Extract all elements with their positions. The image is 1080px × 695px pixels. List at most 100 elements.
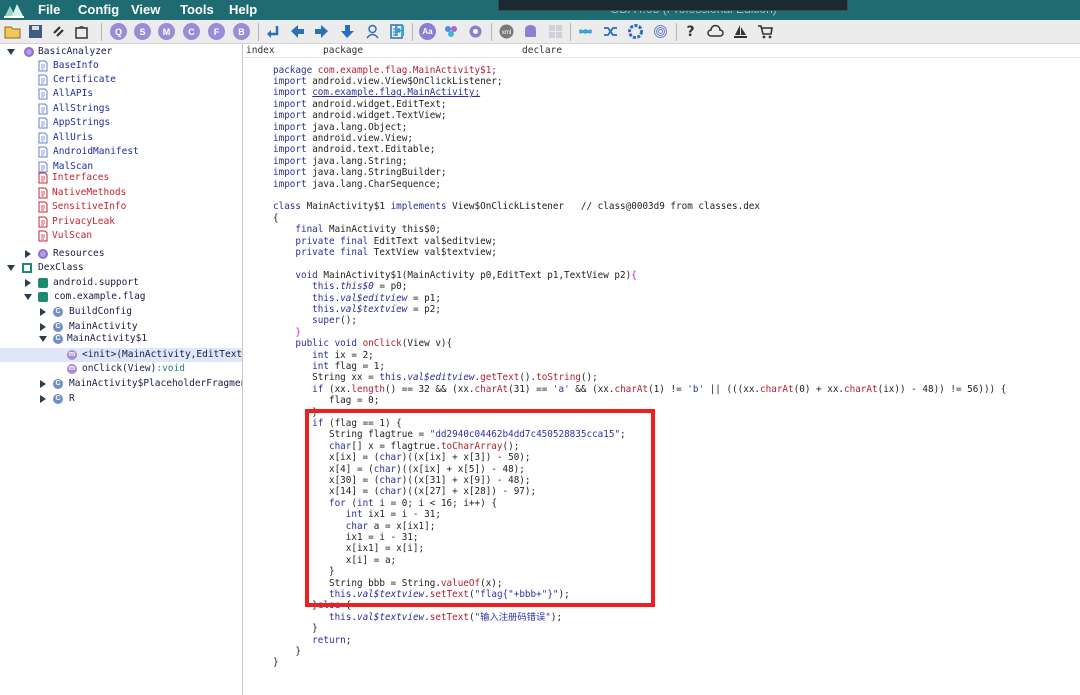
- menu-help[interactable]: Help: [229, 2, 257, 17]
- tree-item-dexclass[interactable]: DexClass: [0, 261, 242, 275]
- method-icon: m: [67, 364, 77, 374]
- code-line: x[ix1] = x[i];: [273, 543, 424, 554]
- code-token: import: [273, 178, 313, 190]
- column-package[interactable]: package: [323, 45, 363, 56]
- overlay-popup: [498, 0, 848, 11]
- code-line: import android.widget.TextView;: [273, 110, 447, 121]
- column-declare[interactable]: declare: [522, 45, 562, 56]
- tree-item-buildconfig[interactable]: C BuildConfig: [0, 305, 242, 319]
- collapse-right-icon[interactable]: [40, 323, 46, 331]
- hex-h-icon[interactable]: H: [391, 23, 408, 40]
- code-line: }else {: [273, 600, 351, 611]
- tree-item-sensitiveinfo[interactable]: SensitiveInfo: [0, 200, 242, 214]
- font-aa-icon[interactable]: Aa: [419, 23, 436, 40]
- fingerprint-icon[interactable]: [652, 23, 669, 40]
- collapse-right-icon[interactable]: [40, 395, 46, 403]
- expand-down-icon[interactable]: [24, 294, 32, 300]
- tree-item-vulscan[interactable]: VulScan: [0, 229, 242, 243]
- code-line: }: [273, 327, 301, 338]
- tree-item-label: VulScan: [52, 230, 93, 241]
- menu-view[interactable]: View: [131, 2, 160, 17]
- cloud-icon[interactable]: [707, 23, 724, 40]
- xml-icon[interactable]: xml: [498, 23, 515, 40]
- code-token: import: [273, 121, 313, 133]
- class-icon: C: [53, 394, 63, 404]
- tree-item-nativemethods[interactable]: NativeMethods: [0, 186, 242, 200]
- tree-item-r[interactable]: CR: [0, 392, 242, 406]
- code-token: private final: [273, 235, 374, 247]
- search-m-icon[interactable]: M: [158, 23, 175, 40]
- expand-down-icon[interactable]: [7, 49, 15, 55]
- code-line: x[14] = (char)((x[27] + x[28]) - 97);: [273, 486, 536, 497]
- search-q-icon[interactable]: Q: [110, 23, 127, 40]
- sailboat-icon[interactable]: [732, 23, 749, 40]
- tree-item-androidmanifest[interactable]: AndroidManifest: [0, 145, 242, 159]
- tree-item-alluris[interactable]: AllUris: [0, 131, 242, 145]
- code-line: ix1 = i - 31;: [273, 532, 419, 543]
- code-token: int: [356, 497, 380, 509]
- resources-icon: [38, 249, 48, 259]
- tree-item-interfaces[interactable]: Interfaces: [0, 171, 242, 185]
- column-index[interactable]: index: [246, 45, 275, 56]
- code-token: final: [273, 224, 329, 236]
- shuffle-icon[interactable]: [602, 23, 619, 40]
- android-icon[interactable]: [522, 23, 539, 40]
- search-c-icon[interactable]: C: [183, 23, 200, 40]
- collapse-right-icon[interactable]: [25, 250, 31, 258]
- code-token: x[i] = a;: [273, 554, 397, 566]
- person-icon[interactable]: [364, 23, 381, 40]
- code-token: char: [273, 440, 352, 452]
- tree-item-allapis[interactable]: AllAPIs: [0, 87, 242, 101]
- tree-item-init-mainactivity-edittext[interactable]: m <init>(MainActivity,EditText: [0, 348, 242, 362]
- menu-file[interactable]: File: [38, 2, 60, 17]
- arrow-right-icon[interactable]: [313, 23, 330, 40]
- document-icon: [38, 187, 48, 199]
- windows-icon[interactable]: [547, 23, 564, 40]
- palette-icon[interactable]: [443, 23, 460, 40]
- collapse-right-icon[interactable]: [40, 308, 46, 316]
- package-icon[interactable]: [73, 23, 90, 40]
- tree-item-android-support[interactable]: android.support: [0, 276, 242, 290]
- code-line: import java.lang.String;: [273, 156, 407, 167]
- gear-icon[interactable]: [627, 23, 644, 40]
- menu-tools[interactable]: Tools: [180, 2, 214, 17]
- tree-item-com-example-flag[interactable]: com.example.flag: [0, 290, 242, 304]
- tree-item-mainactivity-placeholderfragmen[interactable]: C MainActivity$PlaceholderFragmen: [0, 377, 242, 391]
- menu-config[interactable]: Config: [78, 2, 119, 17]
- search-f-icon[interactable]: F: [208, 23, 225, 40]
- code-line: import java.lang.StringBuilder;: [273, 167, 447, 178]
- tree-item-baseinfo[interactable]: BaseInfo: [0, 59, 242, 73]
- save-icon[interactable]: [27, 23, 44, 40]
- link-icon[interactable]: [50, 23, 67, 40]
- infinity-icon[interactable]: [577, 23, 594, 40]
- code-view[interactable]: package com.example.flag.MainActivity$1;…: [243, 58, 1080, 695]
- expand-down-icon[interactable]: [39, 336, 47, 342]
- tree-item-resources[interactable]: Resources: [0, 247, 242, 261]
- tree-item-allstrings[interactable]: AllStrings: [0, 102, 242, 116]
- code-token: android.widget.EditText;: [312, 98, 447, 110]
- tree-item-privacyleak[interactable]: PrivacyLeak: [0, 215, 242, 229]
- tree-item-appstrings[interactable]: AppStrings: [0, 116, 242, 130]
- tree-item-label: BuildConfig: [69, 306, 132, 317]
- shopping-cart-icon[interactable]: [757, 23, 774, 40]
- tree-item-basicanalyzer[interactable]: BasicAnalyzer: [0, 45, 242, 59]
- jump-back-icon[interactable]: [265, 23, 282, 40]
- expand-down-icon[interactable]: [7, 265, 15, 271]
- arrow-left-icon[interactable]: [289, 23, 306, 40]
- settings-gear-icon[interactable]: [467, 23, 484, 40]
- code-token: [] x = flagtrue.: [351, 440, 441, 452]
- collapse-right-icon[interactable]: [40, 380, 46, 388]
- help-icon[interactable]: ?: [682, 23, 699, 40]
- collapse-right-icon[interactable]: [25, 279, 31, 287]
- tree-item-onclick-view-void[interactable]: m onClick(View):void: [0, 362, 242, 376]
- search-b-icon[interactable]: B: [233, 23, 250, 40]
- code-token: )((x[ix] + x[5]) - 48);: [396, 463, 525, 475]
- code-token: java.lang.CharSequence;: [312, 178, 441, 190]
- code-token: }: [273, 600, 318, 612]
- code-token: (0) + xx.: [793, 383, 845, 395]
- arrow-down-icon[interactable]: [339, 23, 356, 40]
- open-folder-icon[interactable]: [4, 23, 21, 40]
- tree-item-certificate[interactable]: Certificate: [0, 73, 242, 87]
- tree-item-mainactivity-1[interactable]: C MainActivity$1: [0, 332, 242, 346]
- search-s-icon[interactable]: S: [134, 23, 151, 40]
